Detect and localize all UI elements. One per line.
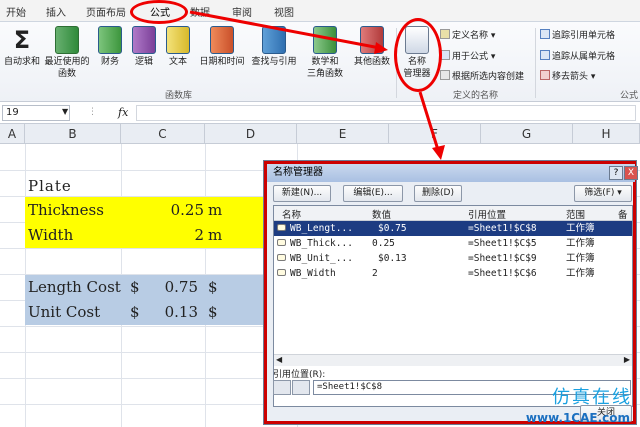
row-scope: 工作簿 bbox=[566, 223, 595, 234]
edit-name-button[interactable]: 编辑(E)... bbox=[343, 185, 403, 202]
name-icon bbox=[277, 224, 286, 231]
list-header: 名称 数值 引用位置 范围 备 bbox=[274, 206, 632, 221]
new-name-button[interactable]: 新建(N)... bbox=[273, 185, 331, 202]
confirm-edit-icon[interactable] bbox=[292, 380, 310, 395]
dialog-title-bar[interactable]: 名称管理器 ? X bbox=[267, 164, 638, 182]
watermark-logo: 仿真在线 bbox=[552, 387, 632, 408]
column-header-value[interactable]: 数值 bbox=[372, 207, 391, 221]
row-value: 2 bbox=[372, 268, 378, 279]
row-name: WB_Width bbox=[290, 268, 336, 279]
filter-button[interactable]: 筛选(F) ▾ bbox=[574, 185, 632, 202]
dialog-title: 名称管理器 bbox=[273, 167, 323, 178]
list-item[interactable]: WB_Lengt... $0.75 =Sheet1!$C$8 工作簿 bbox=[274, 221, 632, 236]
help-button[interactable]: ? bbox=[609, 166, 623, 180]
close-icon[interactable]: X bbox=[624, 166, 638, 180]
delete-name-button[interactable]: 删除(D) bbox=[414, 185, 462, 202]
row-value: $0.75 bbox=[378, 223, 407, 234]
watermark-url: www.1CAE.com bbox=[525, 411, 630, 425]
row-ref: =Sheet1!$C$5 bbox=[468, 238, 537, 249]
row-scope: 工作簿 bbox=[566, 253, 595, 264]
column-header-comment[interactable]: 备 bbox=[618, 207, 628, 221]
cancel-edit-icon[interactable] bbox=[273, 380, 291, 395]
row-value: $0.13 bbox=[378, 253, 407, 264]
column-header-name[interactable]: 名称 bbox=[282, 207, 301, 221]
column-header-scope[interactable]: 范围 bbox=[566, 207, 585, 221]
scroll-right-icon[interactable]: ▶ bbox=[624, 355, 630, 364]
annotation-arrow-line bbox=[189, 10, 381, 50]
scroll-left-icon[interactable]: ◀ bbox=[276, 355, 282, 364]
name-icon bbox=[277, 254, 286, 261]
row-name: WB_Lengt... bbox=[290, 223, 353, 234]
row-ref: =Sheet1!$C$6 bbox=[468, 268, 537, 279]
row-name: WB_Thick... bbox=[290, 238, 353, 249]
list-item[interactable]: WB_Unit_... $0.13 =Sheet1!$C$9 工作簿 bbox=[274, 251, 632, 266]
list-item[interactable]: WB_Thick... 0.25 =Sheet1!$C$5 工作簿 bbox=[274, 236, 632, 251]
annotation-arrowhead bbox=[374, 42, 388, 54]
horizontal-scrollbar[interactable]: ◀ ▶ bbox=[274, 354, 632, 366]
names-list[interactable]: 名称 数值 引用位置 范围 备 WB_Lengt... $0.75 =Sheet… bbox=[273, 205, 633, 407]
list-item[interactable]: WB_Width 2 =Sheet1!$C$6 工作簿 bbox=[274, 266, 632, 281]
row-ref: =Sheet1!$C$9 bbox=[468, 253, 537, 264]
row-scope: 工作簿 bbox=[566, 238, 595, 249]
row-name: WB_Unit_... bbox=[290, 253, 353, 264]
row-ref: =Sheet1!$C$8 bbox=[468, 223, 537, 234]
name-icon bbox=[277, 239, 286, 246]
row-value: 0.25 bbox=[372, 238, 395, 249]
name-icon bbox=[277, 269, 286, 276]
column-header-refers-to[interactable]: 引用位置 bbox=[468, 207, 506, 221]
annotation-arrow-line bbox=[418, 91, 440, 151]
refers-to-label: 引用位置(R): bbox=[273, 370, 326, 380]
annotation-arrowhead bbox=[432, 145, 445, 160]
row-scope: 工作簿 bbox=[566, 268, 595, 279]
